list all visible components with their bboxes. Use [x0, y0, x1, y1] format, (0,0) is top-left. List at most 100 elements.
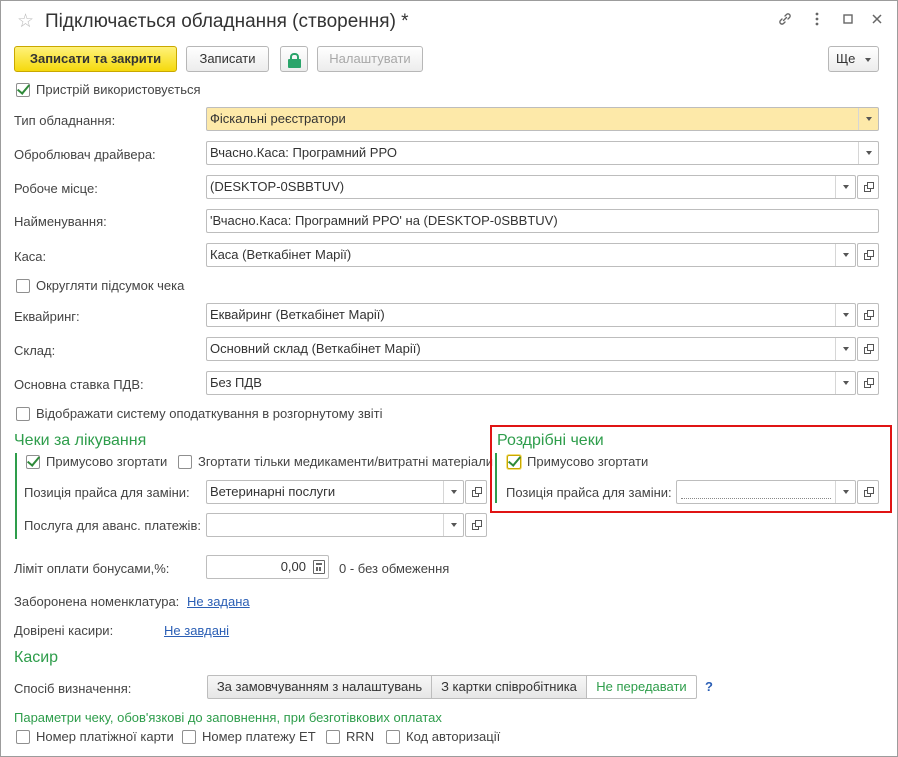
- open-icon[interactable]: [857, 480, 879, 504]
- dropdown-icon[interactable]: [835, 244, 855, 266]
- dropdown-icon[interactable]: [443, 514, 463, 536]
- name-label: Найменування:: [14, 214, 107, 229]
- star-icon[interactable]: ☆: [17, 11, 34, 33]
- vat-rate-label: Основна ставка ПДВ:: [14, 377, 144, 392]
- auth-code-checkbox[interactable]: [386, 730, 400, 744]
- acquiring-value: Еквайринг (Веткабінет Марії): [210, 307, 385, 322]
- cashier-option-do-not-pass[interactable]: Не передавати: [586, 675, 697, 699]
- link-icon[interactable]: [775, 11, 795, 31]
- forbidden-nomenclature-link[interactable]: Не задана: [187, 594, 250, 610]
- section-divider: [15, 453, 17, 539]
- name-value: 'Вчасно.Каса: Програмний РРО' на (DESKTO…: [210, 213, 558, 228]
- driver-handler-select[interactable]: Вчасно.Каса: Програмний РРО: [206, 141, 879, 165]
- workplace-value: (DESKTOP-0SBBTUV): [210, 179, 345, 194]
- cashier-title: Касир: [14, 649, 59, 666]
- open-icon[interactable]: [465, 480, 487, 504]
- section-divider: [495, 453, 497, 503]
- cashier-method-label: Спосіб визначення:: [14, 681, 132, 696]
- bonus-limit-input[interactable]: 0,00: [206, 555, 329, 579]
- chevron-down-icon: [865, 57, 872, 62]
- rrn-checkbox[interactable]: [326, 730, 340, 744]
- trusted-cashiers-link[interactable]: Не завдані: [164, 623, 229, 639]
- open-icon[interactable]: [857, 243, 879, 267]
- workplace-select[interactable]: (DESKTOP-0SBBTUV): [206, 175, 856, 199]
- open-icon[interactable]: [857, 175, 879, 199]
- collapse-meds-checkbox[interactable]: [178, 455, 192, 469]
- check-params-title: Параметри чеку, обов'язкові до заповненн…: [14, 710, 442, 725]
- lock-button[interactable]: [280, 46, 308, 72]
- warehouse-label: Склад:: [14, 343, 56, 358]
- retail-force-collapse-label: Примусово згортати: [527, 454, 649, 469]
- form-window: ☆ Підключається обладнання (створення) *…: [0, 0, 898, 757]
- auth-code-label: Код авторизації: [406, 729, 501, 744]
- advance-service-label: Послуга для аванс. платежів:: [24, 518, 201, 533]
- calculator-icon[interactable]: [313, 560, 325, 574]
- device-used-checkbox[interactable]: [16, 83, 30, 97]
- warehouse-value: Основний склад (Веткабінет Марії): [210, 341, 421, 356]
- treatment-price-position-select[interactable]: Ветеринарні послуги: [206, 480, 464, 504]
- save-and-close-button[interactable]: Записати та закрити: [14, 46, 177, 72]
- dropdown-icon[interactable]: [835, 176, 855, 198]
- card-number-label: Номер платіжної карти: [36, 729, 174, 744]
- advance-service-select[interactable]: [206, 513, 464, 537]
- dropdown-icon[interactable]: [858, 142, 878, 164]
- cashier-option-default[interactable]: За замовчуванням з налаштувань: [207, 675, 432, 699]
- acquiring-label: Еквайринг:: [14, 309, 80, 324]
- round-total-checkbox[interactable]: [16, 279, 30, 293]
- bonus-limit-label: Ліміт оплати бонусами,%:: [14, 561, 170, 576]
- payment-number-label: Номер платежу ЕТ: [202, 729, 316, 744]
- treatment-force-collapse-checkbox[interactable]: [26, 455, 40, 469]
- device-used-label: Пристрій використовується: [36, 82, 201, 97]
- show-tax-system-label: Відображати систему оподаткування в розг…: [36, 406, 383, 421]
- equipment-type-value: Фіскальні реєстратори: [210, 111, 346, 126]
- more-label: Ще: [835, 51, 856, 66]
- retail-force-collapse-checkbox[interactable]: [507, 455, 521, 469]
- cash-label: Каса:: [14, 249, 47, 264]
- payment-number-checkbox[interactable]: [182, 730, 196, 744]
- dropdown-icon[interactable]: [858, 108, 878, 130]
- cash-select[interactable]: Каса (Веткабінет Марії): [206, 243, 856, 267]
- equipment-type-select[interactable]: Фіскальні реєстратори: [206, 107, 879, 131]
- dropdown-icon[interactable]: [835, 481, 855, 503]
- open-icon[interactable]: [857, 337, 879, 361]
- retail-checks-title: Роздрібні чеки: [497, 432, 604, 449]
- driver-handler-value: Вчасно.Каса: Програмний РРО: [210, 145, 397, 160]
- treatment-checks-title: Чеки за лікування: [14, 432, 147, 449]
- dropdown-icon[interactable]: [835, 304, 855, 326]
- dropdown-icon[interactable]: [443, 481, 463, 503]
- treatment-price-position-value: Ветеринарні послуги: [210, 484, 336, 499]
- name-input[interactable]: 'Вчасно.Каса: Програмний РРО' на (DESKTO…: [206, 209, 879, 233]
- required-underline: [681, 498, 831, 499]
- acquiring-select[interactable]: Еквайринг (Веткабінет Марії): [206, 303, 856, 327]
- retail-price-position-select[interactable]: [676, 480, 856, 504]
- dropdown-icon[interactable]: [835, 338, 855, 360]
- vat-rate-select[interactable]: Без ПДВ: [206, 371, 856, 395]
- more-button[interactable]: Ще: [828, 46, 879, 72]
- vat-rate-value: Без ПДВ: [210, 375, 262, 390]
- trusted-cashiers-label: Довірені касири:: [14, 623, 114, 638]
- warehouse-select[interactable]: Основний склад (Веткабінет Марії): [206, 337, 856, 361]
- equipment-type-label: Тип обладнання:: [14, 113, 116, 128]
- bonus-limit-value: 0,00: [280, 559, 306, 574]
- close-icon[interactable]: [867, 11, 887, 31]
- card-number-checkbox[interactable]: [16, 730, 30, 744]
- show-tax-system-checkbox[interactable]: [16, 407, 30, 421]
- maximize-icon[interactable]: [838, 11, 858, 31]
- rrn-label: RRN: [346, 729, 375, 744]
- forbidden-nomenclature-label: Заборонена номенклатура:: [14, 594, 180, 609]
- open-icon[interactable]: [857, 303, 879, 327]
- cashier-option-employee-card[interactable]: З картки співробітника: [431, 675, 587, 699]
- workplace-label: Робоче місце:: [14, 181, 98, 196]
- treatment-force-collapse-label: Примусово згортати: [46, 454, 168, 469]
- collapse-meds-label: Згортати тільки медикаменти/витратні мат…: [198, 454, 493, 469]
- help-icon[interactable]: ?: [705, 679, 713, 694]
- round-total-label: Округляти підсумок чека: [36, 278, 185, 293]
- open-icon[interactable]: [857, 371, 879, 395]
- configure-button[interactable]: Налаштувати: [317, 46, 423, 72]
- open-icon[interactable]: [465, 513, 487, 537]
- menu-dots-icon[interactable]: [807, 11, 827, 31]
- bonus-limit-note: 0 - без обмеження: [339, 561, 450, 576]
- cash-value: Каса (Веткабінет Марії): [210, 247, 352, 262]
- save-button[interactable]: Записати: [186, 46, 269, 72]
- dropdown-icon[interactable]: [835, 372, 855, 394]
